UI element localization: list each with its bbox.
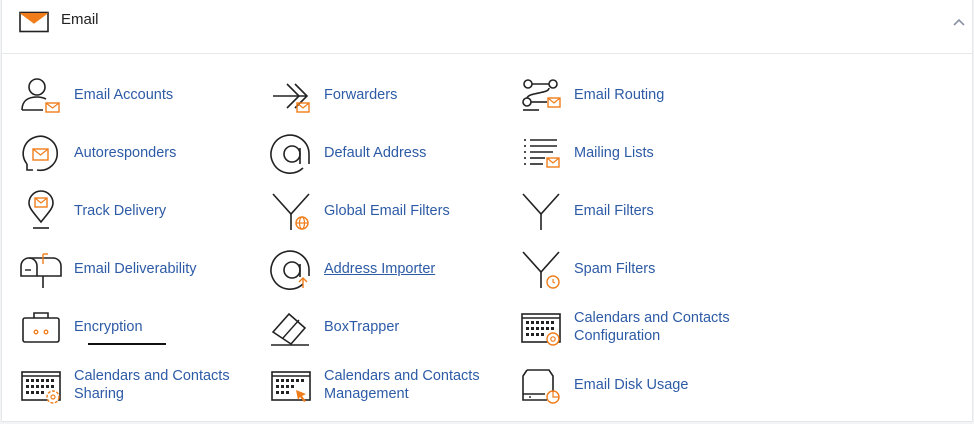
address-importer-link[interactable]: Address Importer [269,246,509,290]
box-trap-icon [269,308,313,348]
envelope-icon [19,11,49,33]
calendar-gear-icon [19,366,63,406]
item-label: Email Deliverability [74,261,197,277]
item-label: Calendars and Contacts Sharing [74,368,230,402]
routing-icon [519,76,563,116]
calendars-contacts-management-link[interactable]: Calendars and Contacts Management [269,362,509,406]
track-delivery-link[interactable]: Track Delivery [19,188,259,232]
item-label: Mailing Lists [574,145,654,161]
email-panel: Email Email Accounts Forwarders Email Ro… [1,0,973,422]
item-label: Autoresponders [74,145,177,161]
list-mail-icon [519,134,563,174]
item-label: Address Importer [324,261,436,277]
encryption-link[interactable]: Encryption [19,304,259,348]
focus-indicator [88,343,166,345]
auto-reply-icon [19,134,63,174]
forwarders-link[interactable]: Forwarders [269,72,509,116]
at-sign-icon [269,134,313,174]
spam-filters-link[interactable]: Spam Filters [519,246,759,290]
item-label: BoxTrapper [324,319,400,335]
section-title: Email [61,11,99,28]
calendars-contacts-sharing-link[interactable]: Calendars and Contacts Sharing [19,362,259,406]
funnel-icon [519,192,563,232]
email-filters-link[interactable]: Email Filters [519,188,759,232]
funnel-globe-icon [269,192,313,232]
email-accounts-link[interactable]: Email Accounts [19,72,259,116]
forward-mail-icon [269,76,313,116]
item-label: Calendars and Contacts Configuration [574,310,730,344]
email-section-header[interactable]: Email [2,0,972,54]
autoresponders-link[interactable]: Autoresponders [19,130,259,174]
item-label: Calendars and Contacts Management [324,368,480,402]
item-label: Email Accounts [74,87,174,103]
item-label: Spam Filters [574,261,656,277]
chevron-up-icon[interactable] [952,14,968,28]
default-address-link[interactable]: Default Address [269,130,509,174]
mailbox-icon [19,250,63,290]
email-routing-link[interactable]: Email Routing [519,72,759,116]
item-label: Default Address [324,145,427,161]
item-label: Track Delivery [74,203,167,219]
briefcase-lock-icon [19,308,63,348]
mailing-lists-link[interactable]: Mailing Lists [519,130,759,174]
calendar-at-icon [519,308,563,348]
item-label: Encryption [74,319,143,335]
item-label: Email Routing [574,87,665,103]
calendar-cursor-icon [269,366,313,406]
boxtrapper-link[interactable]: BoxTrapper [269,304,509,348]
funnel-clock-icon [519,250,563,290]
item-label: Email Disk Usage [574,377,689,393]
map-pin-mail-icon [19,190,63,232]
email-disk-usage-link[interactable]: Email Disk Usage [519,362,759,406]
global-email-filters-link[interactable]: Global Email Filters [269,188,509,232]
disk-usage-icon [519,366,563,406]
item-label: Global Email Filters [324,203,450,219]
item-label: Forwarders [324,87,398,103]
user-mail-icon [19,76,63,116]
item-label: Email Filters [574,203,654,219]
email-deliverability-link[interactable]: Email Deliverability [19,246,259,290]
at-sign-upload-icon [269,250,313,290]
calendars-contacts-configuration-link[interactable]: Calendars and Contacts Configuration [519,304,759,348]
